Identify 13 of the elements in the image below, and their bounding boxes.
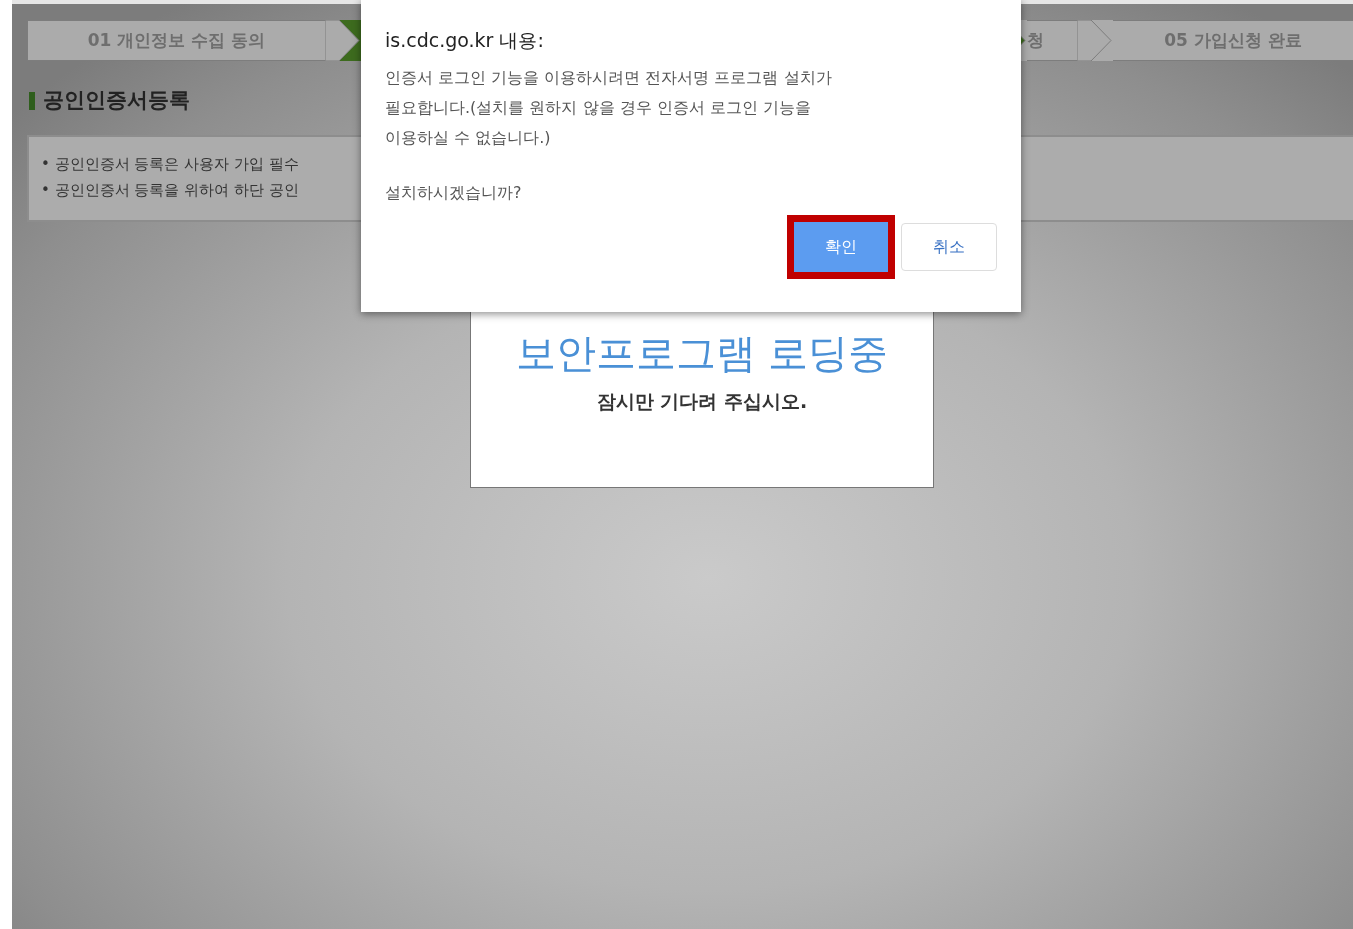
step-tab[interactable]: 01 개인정보 수집 동의 xyxy=(28,21,325,60)
step-tab[interactable]: 05 가입신청 완료 xyxy=(1113,21,1353,60)
info-text: • 공인인증서 등록은 사용자 가입 필수 xyxy=(41,154,299,173)
cancel-button[interactable]: 취소 xyxy=(901,222,997,271)
confirm-button[interactable]: 확인 xyxy=(787,214,895,279)
dialog-message: 인증서 로그인 기능을 이용하시려면 전자서명 프로그램 설치가 필요합니다.(설치를 원하지 않을 경우 인증서 로그인 기능을 이용하실 수 없습니다.) xyxy=(385,66,833,149)
loading-title: 보안프로그램 로딩중 xyxy=(514,329,890,378)
section-title: 공인인증서등록 xyxy=(43,87,190,114)
dialog-title: is.cdc.go.kr 내용: xyxy=(385,28,545,53)
step-tab[interactable]: 청 xyxy=(1027,21,1113,60)
dialog-question: 설치하시겠습니까? xyxy=(385,181,523,204)
loading-message: 잠시만 기다려 주십시오. xyxy=(595,389,809,414)
info-text: • 공인인증서 등록을 위하여 하단 공인 xyxy=(41,180,299,199)
